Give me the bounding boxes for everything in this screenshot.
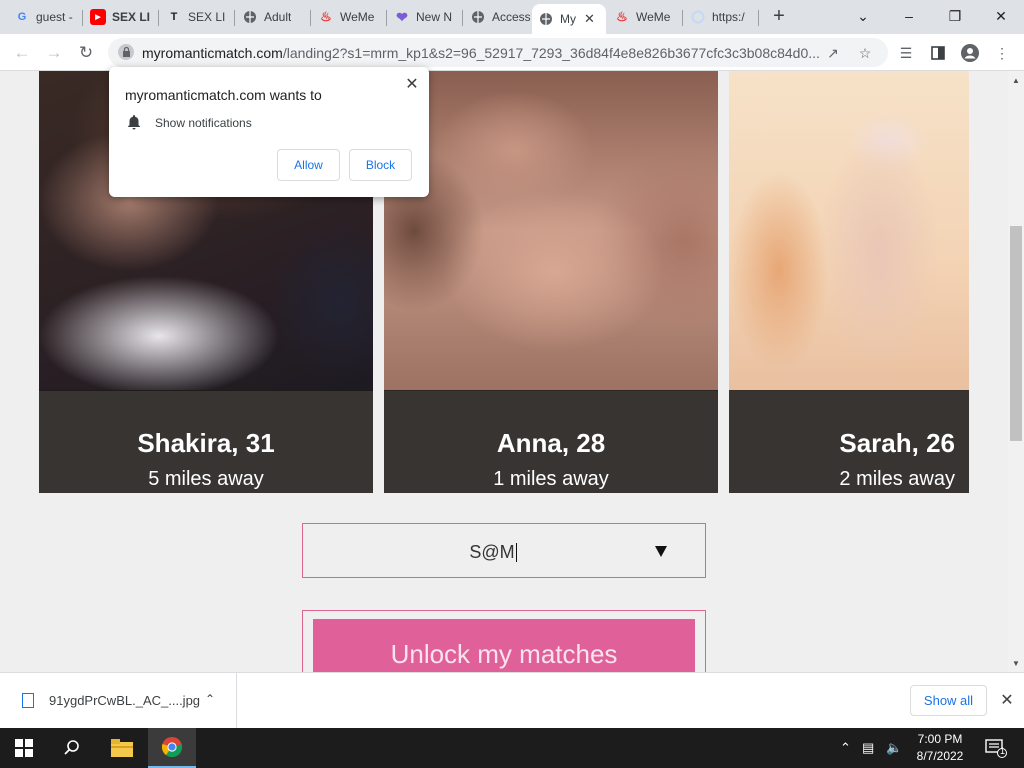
tab-search-icon[interactable]: ⌄	[840, 0, 886, 32]
action-center-icon[interactable]: 1	[976, 728, 1016, 768]
tab-3[interactable]: Adult	[236, 4, 308, 30]
globe-icon	[538, 11, 554, 27]
chevron-up-icon[interactable]: ⌃	[205, 692, 215, 706]
forward-icon[interactable]: →	[42, 41, 66, 65]
close-download-bar-icon[interactable]: ✕	[997, 690, 1017, 710]
url-text[interactable]: myromanticmatch.com/landing2?s1=mrm_kp1&…	[142, 45, 822, 61]
popup-title: myromanticmatch.com wants to	[125, 87, 322, 103]
back-icon[interactable]: ←	[10, 41, 34, 65]
unlock-container: Unlock my matches	[302, 610, 706, 672]
tab-6[interactable]: Access	[464, 4, 536, 30]
address-bar[interactable]: myromanticmatch.com/landing2?s1=mrm_kp1&…	[108, 38, 888, 67]
scroll-up-icon[interactable]: ▲	[1008, 73, 1024, 87]
profile-distance: 2 miles away	[839, 468, 955, 490]
close-icon[interactable]: ✕	[403, 75, 421, 93]
network-icon[interactable]: ▤	[862, 740, 874, 756]
block-button[interactable]: Block	[349, 149, 412, 181]
windows-start-icon[interactable]	[0, 728, 48, 768]
page-scrollbar[interactable]: ▲ ▼	[1008, 71, 1024, 672]
tab-9[interactable]: https:/	[684, 4, 756, 30]
browser-toolbar: ← → ↻ myromanticmatch.com/landing2?s1=mr…	[0, 34, 1024, 71]
profile-avatar-icon[interactable]	[960, 43, 980, 63]
windows-taskbar: ⌃ ▤ 🔈 7:00 PM 8/7/2022 1	[0, 728, 1024, 768]
tab-8[interactable]: ♨ WeMe	[608, 4, 680, 30]
media-control-icon[interactable]: ☰	[896, 43, 916, 63]
profile-card[interactable]: Anna, 28 1 miles away	[384, 71, 718, 493]
profile-distance: 5 miles away	[148, 468, 264, 490]
tab-1[interactable]: ▶ SEX LI	[84, 4, 156, 30]
globe-icon	[242, 9, 258, 25]
preference-select[interactable]: S@M	[302, 523, 706, 578]
unlock-matches-button[interactable]: Unlock my matches	[313, 619, 695, 672]
profile-name: Anna, 28	[496, 428, 606, 458]
share-icon[interactable]: ↗	[824, 44, 842, 62]
side-panel-icon[interactable]	[928, 43, 948, 63]
flame-icon: ♨	[616, 9, 628, 24]
text-cursor	[515, 543, 517, 562]
system-clock[interactable]: 7:00 PM 8/7/2022	[900, 731, 980, 765]
image-file-icon	[22, 693, 34, 708]
download-bar: 91ygdPrCwBL._AC_....jpg ⌃ Show all ✕	[0, 672, 1024, 728]
tab-strip: G guest - ▶ SEX LI T SEX LI Adult ♨ WeMe…	[0, 0, 1024, 34]
scroll-thumb[interactable]	[1010, 226, 1022, 441]
tab-5[interactable]: ❤ New N	[388, 4, 460, 30]
profile-photo[interactable]	[729, 71, 969, 391]
notification-count-badge: 1	[1000, 746, 1006, 756]
reload-icon[interactable]: ↻	[74, 41, 98, 65]
file-explorer-icon[interactable]	[98, 728, 146, 768]
minimize-button[interactable]: –	[886, 0, 932, 32]
tab-2[interactable]: T SEX LI	[160, 4, 232, 30]
profile-caption: Anna, 28 1 miles away	[384, 390, 718, 493]
dropdown-arrow-icon[interactable]	[655, 546, 667, 557]
loading-icon	[690, 9, 706, 25]
profile-distance: 1 miles away	[493, 468, 609, 490]
menu-kebab-icon[interactable]: ⋮	[992, 43, 1012, 63]
globe-icon	[470, 9, 486, 25]
search-icon[interactable]	[48, 728, 96, 768]
scroll-down-icon[interactable]: ▼	[1008, 656, 1024, 670]
download-filename: 91ygdPrCwBL._AC_....jpg	[49, 693, 201, 708]
profile-caption: Shakira, 31 5 miles away	[39, 390, 373, 493]
heart-icon: ❤	[396, 8, 408, 25]
allow-button[interactable]: Allow	[277, 149, 340, 181]
profile-name: Sarah, 26	[839, 428, 955, 458]
bookmark-star-icon[interactable]: ☆	[856, 44, 874, 62]
close-window-button[interactable]: ✕	[978, 0, 1024, 32]
profile-name: Shakira, 31	[137, 428, 275, 458]
notification-permission-popup: myromanticmatch.com wants to ✕ Show noti…	[109, 67, 429, 197]
bell-icon	[127, 114, 141, 130]
new-tab-button[interactable]: +	[768, 6, 790, 28]
lock-icon[interactable]	[118, 44, 134, 60]
select-value: S@M	[469, 542, 517, 562]
tab-0[interactable]: G guest -	[8, 4, 80, 30]
tab-4[interactable]: ♨ WeMe	[312, 4, 384, 30]
download-item[interactable]: 91ygdPrCwBL._AC_....jpg ⌃	[0, 673, 237, 728]
t-icon: T	[170, 11, 178, 23]
google-icon: G	[17, 11, 27, 23]
show-hidden-icons-icon[interactable]: ⌃	[840, 740, 851, 756]
profile-caption: Sarah, 26 2 miles away	[729, 390, 969, 493]
youtube-icon: ▶	[90, 9, 106, 25]
restore-button[interactable]: ❐	[932, 0, 978, 32]
chrome-taskbar-icon[interactable]	[148, 728, 196, 768]
close-tab-icon[interactable]: ✕	[584, 11, 595, 27]
profile-photo[interactable]	[384, 71, 718, 391]
tab-7-active[interactable]: My ✕	[532, 4, 606, 34]
permission-label: Show notifications	[155, 116, 252, 130]
show-all-button[interactable]: Show all	[910, 685, 987, 716]
flame-icon: ♨	[320, 9, 332, 24]
profile-card[interactable]: Sarah, 26 2 miles away	[729, 71, 969, 493]
